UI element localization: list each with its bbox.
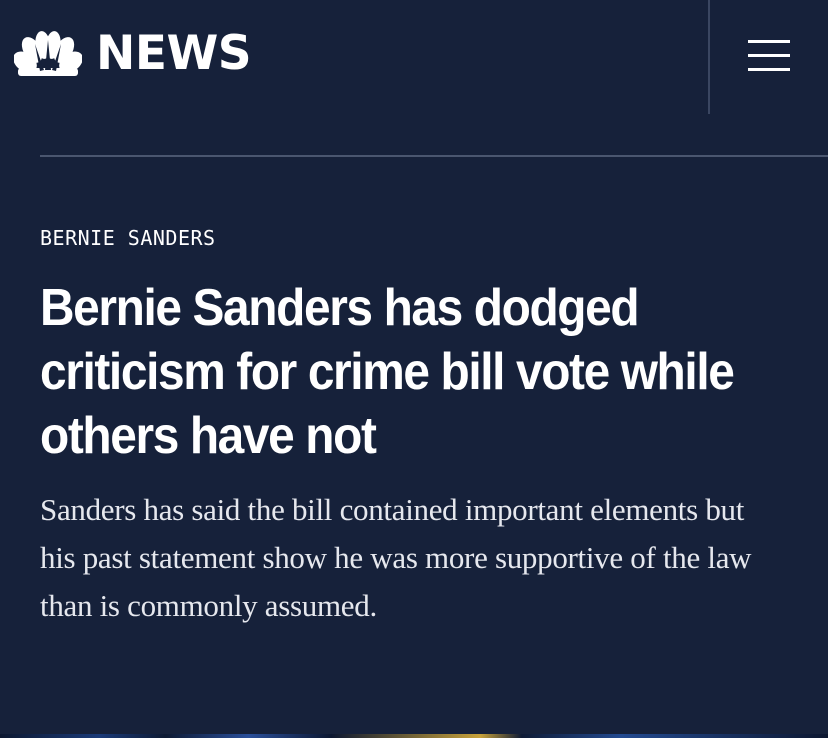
article-dek: Sanders has said the bill contained impo… (40, 492, 752, 623)
hamburger-menu-icon[interactable] (748, 40, 790, 72)
logo-wordmark: NEWS (96, 26, 252, 81)
section-divider (40, 155, 828, 157)
menu-bar (748, 54, 790, 57)
site-header: NEWS (0, 0, 828, 114)
peacock-icon (14, 31, 82, 76)
menu-bar (748, 68, 790, 71)
hero-image-edge (0, 734, 828, 738)
header-divider (708, 0, 710, 114)
article-headline: Bernie Sanders has dodged criticism for … (40, 279, 735, 465)
nbc-news-logo[interactable]: NEWS (14, 26, 252, 81)
menu-bar (748, 40, 790, 43)
section-label-link[interactable]: BERNIE SANDERS (40, 226, 216, 250)
